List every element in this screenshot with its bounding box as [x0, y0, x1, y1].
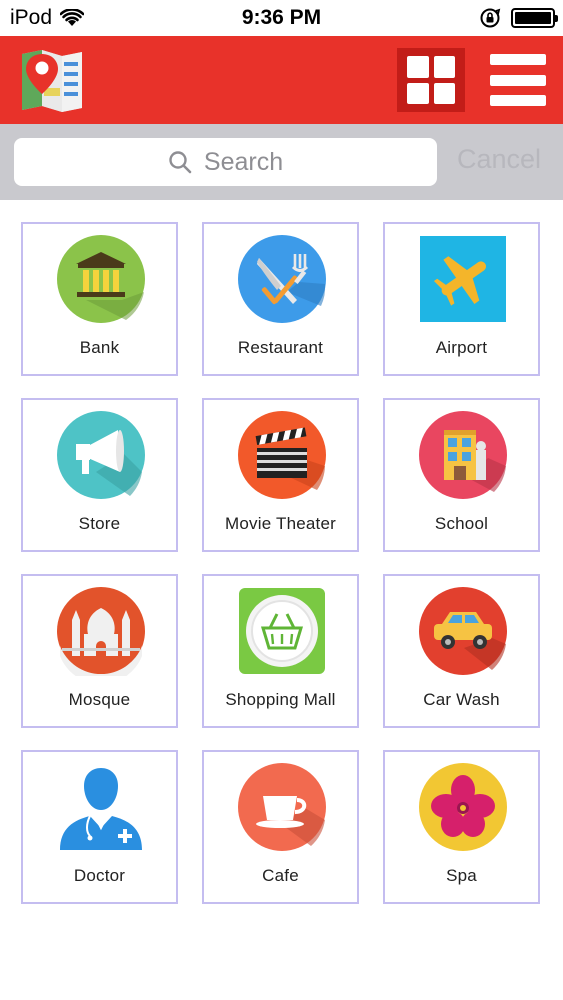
category-label: Movie Theater — [225, 514, 336, 533]
hamburger-menu-icon[interactable] — [490, 54, 546, 106]
grid-view-icon — [407, 56, 455, 104]
mosque-icon — [57, 587, 145, 676]
spa-icon — [419, 763, 507, 851]
search-input[interactable]: Search — [14, 138, 437, 186]
rotation-lock-icon — [480, 8, 501, 28]
movie-theater-icon — [238, 411, 326, 499]
category-card-movie-theater[interactable]: Movie Theater — [202, 398, 359, 552]
category-label: Cafe — [262, 866, 299, 885]
search-placeholder: Search — [203, 147, 284, 176]
shopping-mall-icon — [239, 588, 325, 674]
search-bar: Search Cancel — [0, 124, 563, 200]
category-label: Shopping Mall — [225, 690, 336, 709]
category-label: School — [434, 514, 489, 533]
cafe-icon — [238, 763, 326, 851]
restaurant-icon — [238, 235, 326, 323]
category-label: Doctor — [73, 866, 126, 885]
search-icon — [169, 151, 192, 174]
map-pin-logo-icon — [22, 50, 82, 112]
category-card-airport[interactable]: Airport — [383, 222, 540, 376]
category-label: Mosque — [68, 690, 131, 709]
category-card-restaurant[interactable]: Restaurant — [202, 222, 359, 376]
category-label: Bank — [79, 338, 120, 357]
category-card-mosque[interactable]: Mosque — [21, 574, 178, 728]
store-icon — [57, 411, 145, 499]
school-icon — [419, 411, 507, 499]
cancel-button[interactable]: Cancel — [457, 144, 541, 175]
category-card-store[interactable]: Store — [21, 398, 178, 552]
app-bar — [0, 36, 563, 124]
category-card-cafe[interactable]: Cafe — [202, 750, 359, 904]
category-card-bank[interactable]: Bank — [21, 222, 178, 376]
category-label: Airport — [435, 338, 488, 357]
category-card-spa[interactable]: Spa — [383, 750, 540, 904]
category-card-doctor[interactable]: Doctor — [21, 750, 178, 904]
airport-icon — [420, 236, 506, 322]
car-wash-icon — [419, 587, 507, 675]
category-label: Store — [78, 514, 121, 533]
grid-view-button[interactable] — [397, 48, 465, 112]
category-label: Restaurant — [237, 338, 324, 357]
category-label: Spa — [446, 866, 477, 885]
category-label: Car Wash — [423, 690, 500, 709]
doctor-icon — [60, 768, 142, 850]
category-card-school[interactable]: School — [383, 398, 540, 552]
battery-icon — [511, 8, 558, 28]
category-card-car-wash[interactable]: Car Wash — [383, 574, 540, 728]
bank-icon — [57, 235, 145, 323]
status-bar: iPod 9:36 PM — [0, 0, 563, 36]
category-card-shopping-mall[interactable]: Shopping Mall — [202, 574, 359, 728]
